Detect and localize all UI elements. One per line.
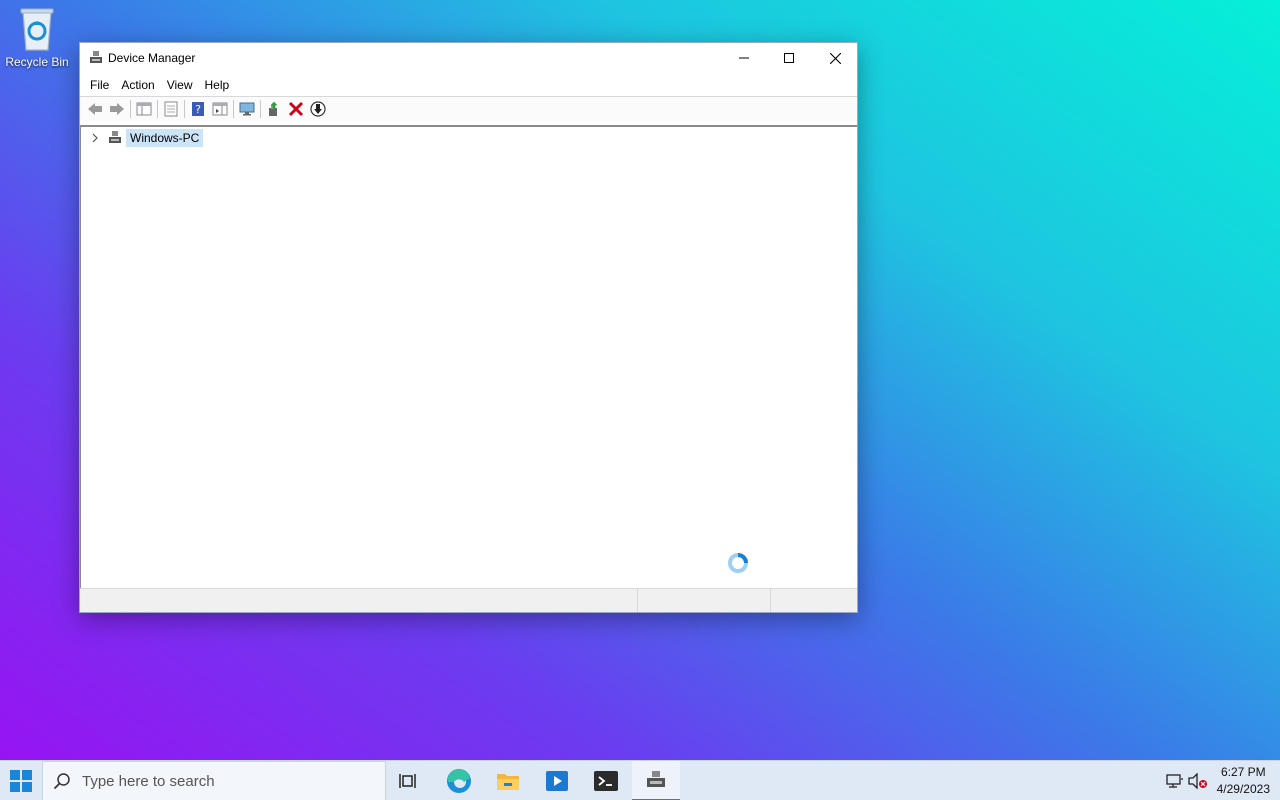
system-tray — [1164, 761, 1210, 800]
close-icon — [829, 52, 841, 64]
task-view-icon — [399, 774, 416, 788]
edge-icon — [447, 768, 471, 793]
menu-action[interactable]: Action — [115, 74, 160, 96]
update-driver-icon — [269, 101, 278, 116]
toolbar-separator — [233, 100, 234, 118]
taskbar-device-manager[interactable] — [632, 761, 680, 800]
tree-node-root[interactable]: Windows-PC — [89, 129, 204, 147]
disable-device-icon — [310, 101, 326, 117]
clock-time: 6:27 PM — [1220, 765, 1266, 779]
taskbar-file-explorer[interactable] — [484, 761, 532, 800]
show-hide-console-tree-icon — [136, 102, 152, 116]
taskbar-media-player[interactable] — [533, 761, 581, 800]
clock-date: 4/29/2023 — [1216, 782, 1270, 796]
device-manager-window: Device Manager File Action View Help ? W… — [79, 42, 858, 613]
maximize-icon — [784, 53, 794, 63]
taskbar-task-view[interactable] — [385, 761, 433, 800]
status-pane — [80, 589, 638, 612]
terminal-icon — [594, 771, 618, 791]
menu-help[interactable]: Help — [199, 74, 236, 96]
search-icon — [53, 773, 70, 790]
recycle-bin-label: Recycle Bin — [5, 55, 69, 69]
forward-icon — [110, 103, 124, 115]
monitor-icon — [239, 102, 255, 116]
device-manager-app-icon — [90, 51, 102, 63]
title-bar[interactable]: Device Manager — [80, 43, 857, 74]
search-placeholder: Type here to search — [82, 772, 215, 790]
taskbar-edge[interactable] — [435, 761, 483, 800]
menu-view[interactable]: View — [161, 74, 199, 96]
scan-hardware-button[interactable] — [236, 98, 258, 120]
network-button[interactable] — [1164, 761, 1186, 800]
taskbar: Type here to search 6:27 PM 4/29/2023 — [0, 760, 1280, 800]
computer-icon — [109, 131, 121, 143]
toolbar-separator — [260, 100, 261, 118]
network-icon — [1166, 774, 1183, 788]
properties-button[interactable] — [160, 98, 182, 120]
minimize-icon — [739, 57, 749, 59]
busy-cursor-icon — [728, 553, 748, 573]
close-button[interactable] — [812, 43, 858, 73]
menu-bar: File Action View Help — [80, 74, 857, 96]
menu-file[interactable]: File — [84, 74, 115, 96]
status-bar — [80, 588, 857, 612]
back-button[interactable] — [84, 98, 106, 120]
disable-device-button[interactable] — [307, 98, 329, 120]
help-button[interactable]: ? — [187, 98, 209, 120]
minimize-button[interactable] — [721, 43, 767, 73]
action-pane-button[interactable] — [209, 98, 231, 120]
toolbar-separator — [184, 100, 185, 118]
file-explorer-icon — [497, 774, 519, 790]
taskbar-terminal[interactable] — [582, 761, 630, 800]
chevron-right-icon[interactable] — [89, 132, 101, 144]
device-manager-icon — [647, 771, 665, 787]
desktop-icon-recycle-bin[interactable]: Recycle Bin — [2, 6, 72, 76]
tree-node-label[interactable]: Windows-PC — [126, 129, 204, 147]
uninstall-device-button[interactable] — [285, 98, 307, 120]
windows-logo-icon — [10, 770, 32, 792]
taskbar-search-box[interactable]: Type here to search — [42, 761, 386, 800]
recycle-bin-icon — [20, 8, 54, 51]
status-pane — [638, 589, 771, 612]
window-title: Device Manager — [108, 51, 196, 65]
maximize-button[interactable] — [766, 43, 812, 73]
update-driver-button[interactable] — [263, 98, 285, 120]
volume-button[interactable] — [1186, 761, 1210, 800]
taskbar-clock[interactable]: 6:27 PM 4/29/2023 — [1217, 764, 1270, 798]
show-hide-console-tree-button[interactable] — [133, 98, 155, 120]
volume-muted-icon — [1188, 773, 1207, 789]
help-icon: ? — [192, 102, 204, 116]
start-button[interactable] — [0, 761, 42, 800]
toolbar-separator — [157, 100, 158, 118]
back-icon — [88, 103, 102, 115]
device-tree-pane[interactable]: Windows-PC — [80, 125, 857, 589]
properties-icon — [164, 101, 178, 117]
status-pane — [771, 589, 857, 612]
uninstall-device-icon — [288, 101, 304, 117]
toolbar-separator — [130, 100, 131, 118]
media-player-icon — [546, 771, 568, 791]
toolbar: ? — [80, 96, 857, 121]
forward-button[interactable] — [106, 98, 128, 120]
action-pane-icon — [212, 102, 228, 116]
svg-text:?: ? — [195, 103, 201, 116]
